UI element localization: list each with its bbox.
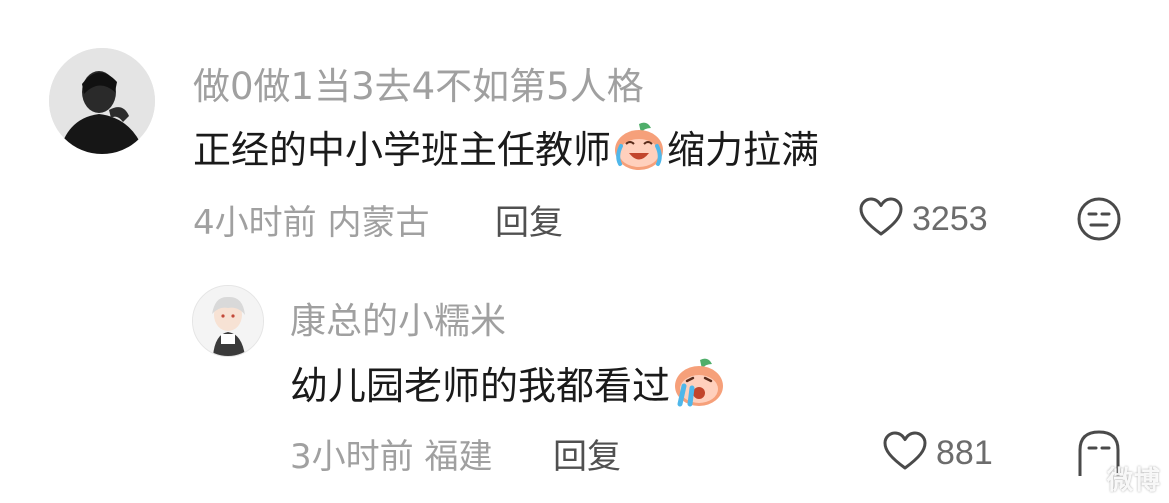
neutral-face-icon[interactable] [1076, 196, 1122, 246]
like-count: 3253 [912, 199, 988, 238]
heart-outline-icon [882, 430, 928, 476]
comment-body-tail: 缩力拉满 [667, 127, 820, 172]
crying-peach-emoji-icon [670, 356, 726, 408]
reply-like-button[interactable]: 881 [882, 430, 993, 476]
reply-meta: 3小时前 福建 [290, 437, 493, 477]
like-button[interactable]: 3253 [858, 196, 988, 242]
commenter-username[interactable]: 做0做1当3去4不如第5人格 [193, 56, 644, 110]
comment-text: 正经的中小学班主任教师 缩力拉满 [193, 120, 819, 172]
reply-body: 幼儿园老师的我都看过 [290, 363, 671, 408]
crying-laughing-peach-emoji-icon [611, 120, 667, 172]
reply-reply-button[interactable]: 回复 [553, 429, 621, 478]
reply-avatar[interactable] [192, 285, 264, 357]
comment-body: 正经的中小学班主任教师 [193, 127, 612, 172]
weibo-watermark: 微博 [1106, 466, 1161, 496]
reply-text: 幼儿园老师的我都看过 [290, 356, 726, 408]
heart-outline-icon [858, 196, 904, 242]
commenter-avatar[interactable] [49, 48, 155, 154]
reply-like-count: 881 [936, 433, 993, 472]
reply-username[interactable]: 康总的小糯米 [290, 292, 506, 344]
reply-button[interactable]: 回复 [495, 195, 563, 244]
comment-meta: 4小时前 内蒙古 [193, 203, 430, 243]
